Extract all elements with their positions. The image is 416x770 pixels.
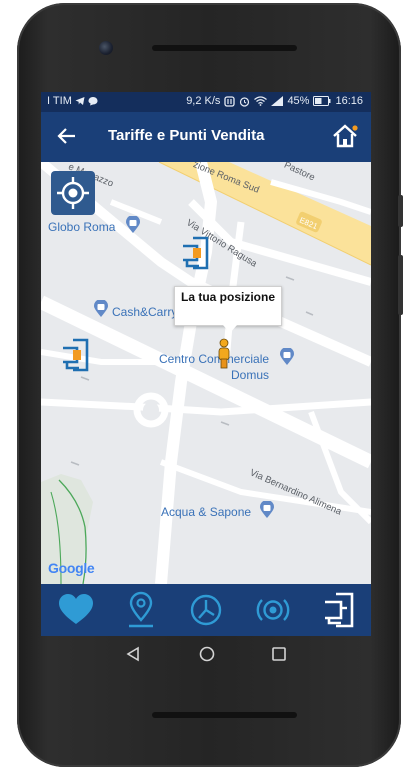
clock-icon[interactable] xyxy=(186,590,226,630)
google-watermark: Google xyxy=(48,560,95,576)
circle-home-icon[interactable] xyxy=(198,645,216,663)
store-icon[interactable] xyxy=(319,590,359,630)
square-recents-icon[interactable] xyxy=(271,646,287,662)
signal-icon[interactable] xyxy=(253,590,293,630)
shopping-bag-icon[interactable] xyxy=(279,348,295,366)
signal-bars-icon xyxy=(271,96,284,106)
wifi-icon xyxy=(254,96,268,106)
map-view[interactable]: E821 e Marrazzo zione Roma Sud Pastore V… xyxy=(41,162,371,584)
clock-time: 16:16 xyxy=(335,95,363,107)
heart-icon[interactable] xyxy=(56,590,96,630)
poi-label-acqua-sapone[interactable]: Acqua & Sapone xyxy=(161,505,251,519)
shopping-bag-icon[interactable] xyxy=(93,300,109,318)
status-bar: I TIM 9,2 K/s 45% 16:16 xyxy=(41,92,371,112)
google-logo-text: Google xyxy=(48,560,95,576)
battery-percent: 45% xyxy=(287,95,310,107)
crosshair-icon xyxy=(57,177,89,209)
user-location-icon[interactable] xyxy=(216,338,232,370)
bottom-speaker xyxy=(152,712,297,718)
front-camera xyxy=(99,41,113,55)
home-icon[interactable] xyxy=(331,122,359,150)
poi-label-globo-roma[interactable]: Globo Roma xyxy=(48,220,115,234)
nfc-icon xyxy=(224,95,236,107)
page-title: Tariffe e Punti Vendita xyxy=(108,127,265,144)
poi-label-centro-commerciale[interactable]: Centro Commerciale xyxy=(159,352,269,366)
store-marker-icon[interactable] xyxy=(181,236,211,270)
bottom-navigation xyxy=(41,584,371,636)
network-speed: 9,2 K/s xyxy=(186,95,221,107)
poi-label-domus[interactable]: Domus xyxy=(231,368,269,382)
shopping-bag-icon[interactable] xyxy=(259,501,275,519)
power-button xyxy=(398,195,403,227)
popup-text: La tua posizione xyxy=(180,290,275,304)
arrow-left-icon[interactable] xyxy=(55,124,79,148)
telegram-icon xyxy=(75,97,85,105)
chat-bubble-icon xyxy=(88,97,98,106)
store-marker-icon[interactable] xyxy=(61,338,91,372)
app-bar: Tariffe e Punti Vendita xyxy=(41,112,371,162)
locate-me-button[interactable] xyxy=(51,171,95,215)
poi-label-cash-carry[interactable]: Cash&Carry xyxy=(112,305,177,319)
carrier-name: I TIM xyxy=(47,95,72,107)
triangle-back-icon[interactable] xyxy=(125,646,141,662)
shopping-bag-icon[interactable] xyxy=(125,216,141,234)
earpiece-speaker xyxy=(152,45,297,51)
map-pin-icon[interactable] xyxy=(121,590,161,630)
system-navigation-bar xyxy=(41,636,371,672)
screen: I TIM 9,2 K/s 45% 16:16 Tariffe e Punti … xyxy=(41,92,371,636)
location-popup: La tua posizione xyxy=(174,286,282,333)
battery-icon xyxy=(313,96,331,106)
alarm-icon xyxy=(240,96,250,107)
volume-button xyxy=(398,255,403,315)
